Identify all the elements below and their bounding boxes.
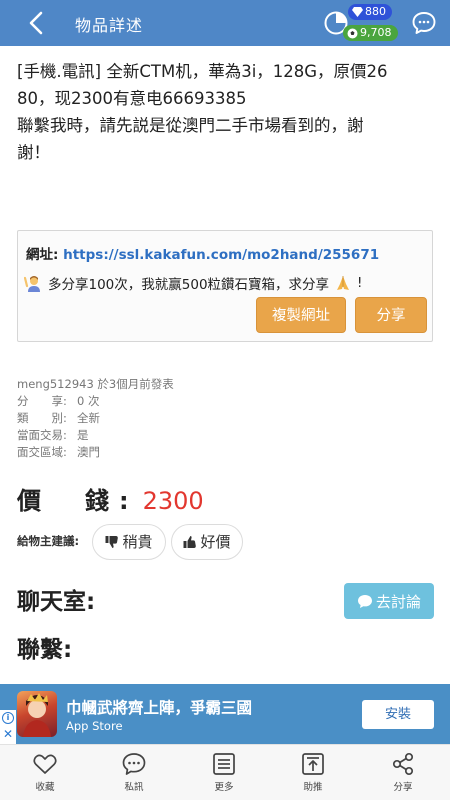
ad-subtitle: App Store [66,719,123,733]
diamond-count: 880 [365,5,386,18]
meta-key: 面交區域: [17,445,67,459]
meta-value: 是 [77,428,89,442]
meta-row: 類 別: 全新 [17,410,174,427]
rate-good-price-button[interactable]: 好價 [171,524,243,560]
poster-line: meng512943 於3個月前發表 [17,376,174,393]
meta-value: 全新 [77,411,100,425]
share-icon [392,752,414,776]
thumbs-down-icon [105,536,119,548]
go-discuss-button[interactable]: 去討論 [344,583,434,619]
chat-room-heading: 聊天室: [17,589,96,615]
bottom-nav: 收藏 私訊 更多 助推 分享 [0,744,450,800]
post-meta: meng512943 於3個月前發表 分 享: 0 次 類 別: 全新 當面交易… [17,376,174,461]
share-url-link[interactable]: https://ssl.kakafun.com/mo2hand/255671 [63,247,379,263]
nav-more[interactable]: 更多 [194,751,254,793]
warrior-character-image [23,693,51,737]
suggest-label: 給物主建議: [17,534,80,548]
ad-info-icon[interactable]: i [2,712,14,724]
nav-label: 私訊 [124,782,144,793]
meta-row: 分 享: 0 次 [17,393,174,410]
meta-key: 分 享: [17,394,67,408]
nav-boost[interactable]: 助推 [283,751,343,793]
share-promo-text: 多分享100次，我就赢500粒鑽石寶箱，求分享 [48,277,330,293]
soccer-coin-icon [347,28,358,38]
post-line: 謝！ [17,143,50,162]
speech-bubble-icon [357,594,372,608]
post-line: 聯繫我時，請先説是從澳門二手市場看到的，謝 [17,116,364,135]
nav-label: 更多 [214,782,234,793]
nav-share[interactable]: 分享 [373,751,433,793]
price-value: 2300 [142,487,204,515]
diamond-balance-badge[interactable]: 880 [348,4,392,20]
post-description: [手機.電訊] 全新CTM机，華為3i，128G，原價26 80，现2300有意… [17,58,435,166]
ad-install-button[interactable]: 安裝 [362,700,434,729]
ad-banner[interactable]: i ✕ 巾幗武將齊上陣，爭霸三國 App Store 安裝 [0,684,450,744]
contact-heading: 聯繫: [17,637,73,663]
meta-row: 面交區域: 澳門 [17,444,174,461]
share-url-row: 網址: https://ssl.kakafun.com/mo2hand/2556… [26,243,379,263]
price-row: 價 錢: 2300 [17,481,204,516]
diamond-icon [352,7,363,17]
list-icon [213,753,235,775]
coin-count: 9,708 [360,26,392,39]
meta-value: 澳門 [77,445,100,459]
share-promo-suffix: ! [357,275,363,291]
raising-hand-person-icon [24,276,40,292]
poster-info: meng512943 於3個月前發表 [17,377,174,391]
ad-title: 巾幗武將齊上陣，爭霸三國 [66,699,253,717]
top-bar: 物品詳述 880 9,708 [0,0,450,46]
post-line: 80，现2300有意电66693385 [17,89,247,108]
post-line: [手機.電訊] 全新CTM机，華為3i，128G，原價26 [17,62,388,81]
back-arrow-icon[interactable] [24,10,50,36]
ad-app-thumbnail[interactable] [17,691,57,737]
meta-key: 當面交易: [17,428,67,442]
nav-label: 助推 [303,782,323,793]
share-panel: 網址: https://ssl.kakafun.com/mo2hand/2556… [17,230,433,342]
rate-good-price-label: 好價 [200,533,231,551]
chat-bubble-icon[interactable] [411,10,437,36]
coin-balance-badge[interactable]: 9,708 [343,25,398,41]
meta-row: 當面交易: 是 [17,427,174,444]
page-title: 物品詳述 [75,16,144,35]
push-up-icon [302,753,324,775]
meta-key: 類 別: [17,411,67,425]
nav-label: 分享 [393,782,413,793]
message-bubble-icon [122,753,146,775]
heart-icon [33,754,57,774]
nav-private-message[interactable]: 私訊 [104,751,164,793]
nav-label: 收藏 [35,782,55,793]
rate-expensive-button[interactable]: 稍貴 [92,524,166,560]
ad-close-icon[interactable]: ✕ [3,728,13,740]
nav-favorite[interactable]: 收藏 [15,751,75,793]
share-button[interactable]: 分享 [355,297,427,333]
price-label: 價 錢: [17,487,139,515]
praying-hands-icon [337,276,350,290]
meta-value: 0 次 [77,394,100,408]
thumbs-up-icon [183,536,197,548]
share-promo: 多分享100次，我就赢500粒鑽石寶箱，求分享 ! [24,273,362,293]
copy-url-button[interactable]: 複製網址 [256,297,346,333]
share-url-label: 網址: [26,247,64,263]
go-discuss-label: 去討論 [375,592,421,611]
rate-expensive-label: 稍貴 [122,533,153,551]
